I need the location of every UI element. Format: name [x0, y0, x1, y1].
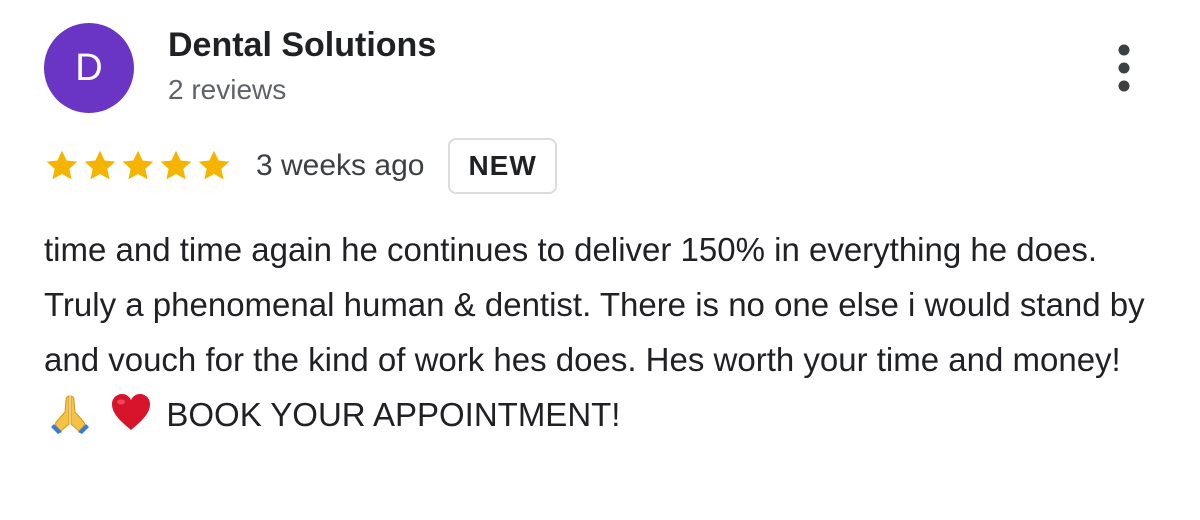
more-options-button[interactable] [1104, 40, 1144, 96]
star-icon [158, 148, 194, 184]
avatar[interactable]: D [44, 23, 134, 113]
rating-row: 3 weeks ago NEW [44, 136, 557, 196]
more-vertical-icon [1104, 40, 1144, 96]
review-count: 2 reviews [168, 74, 287, 105]
author-name[interactable]: Dental Solutions [168, 26, 436, 65]
review-text-cta: BOOK YOUR APPOINTMENT! [166, 396, 621, 433]
star-icon [82, 148, 118, 184]
red-heart-icon [109, 390, 153, 434]
folded-hands-icon [48, 390, 92, 434]
star-icon [44, 148, 80, 184]
review-card: D Dental Solutions 2 reviews 3 weeks ago… [0, 0, 1200, 520]
star-icon [196, 148, 232, 184]
star-rating [44, 148, 236, 184]
review-text: time and time again he continues to deli… [44, 222, 1154, 442]
review-time: 3 weeks ago [256, 149, 425, 182]
review-text-body: time and time again he continues to deli… [44, 231, 1145, 378]
new-badge: NEW [448, 138, 557, 194]
star-icon [120, 148, 156, 184]
